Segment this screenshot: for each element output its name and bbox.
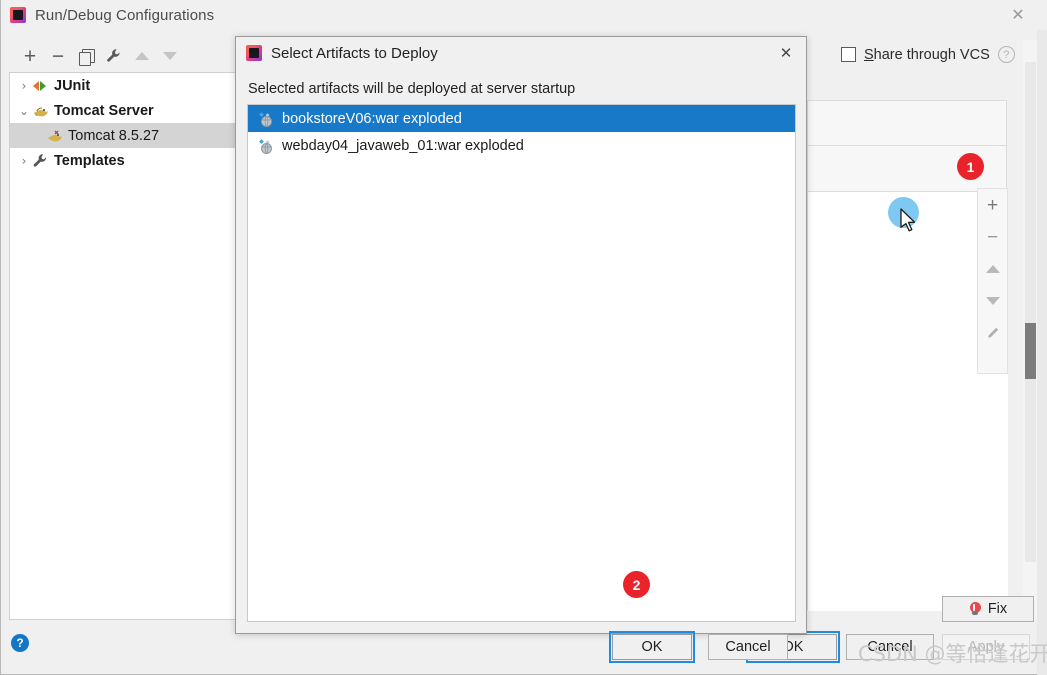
artifacts-list[interactable]: bookstoreV06:war exploded webday04_javaw… [247, 104, 796, 622]
tree-item-tomcat-server[interactable]: ⌄ Tomcat Server [10, 98, 236, 123]
intellij-icon [246, 45, 262, 61]
list-item[interactable]: webday04_javaweb_01:war exploded [248, 132, 795, 159]
dialog-titlebar: Select Artifacts to Deploy [236, 37, 806, 69]
chevron-down-icon[interactable]: ⌄ [16, 104, 32, 118]
share-through-vcs-row: Share through VCS ? [841, 46, 1015, 63]
tree-item-label: Tomcat 8.5.27 [68, 127, 160, 144]
tomcat-icon [32, 103, 49, 119]
artifact-remove-button[interactable]: − [983, 227, 1003, 247]
fix-button-label: Fix [987, 601, 1008, 617]
deployment-mini-toolbar: + − [977, 188, 1008, 374]
tomcat-icon [46, 128, 63, 144]
list-item-label: bookstoreV06:war exploded [282, 110, 462, 127]
tree-item-tomcat-8-5-27[interactable]: Tomcat 8.5.27 [10, 123, 236, 148]
apply-button[interactable]: Apply [942, 634, 1030, 660]
scrollbar-thumb[interactable] [1025, 323, 1036, 379]
dialog-subtitle: Selected artifacts will be deployed at s… [248, 81, 576, 97]
list-item-label: webday04_javaweb_01:war exploded [282, 137, 524, 154]
divider [808, 145, 1006, 146]
copy-configuration-button[interactable] [73, 43, 99, 69]
artifact-icon [256, 111, 275, 127]
chevron-right-icon[interactable]: › [16, 154, 32, 168]
list-item[interactable]: bookstoreV06:war exploded [248, 105, 795, 132]
mouse-cursor [900, 208, 917, 237]
edit-templates-wrench-icon[interactable] [101, 43, 127, 69]
window-titlebar: Run/Debug Configurations [1, 0, 1047, 30]
tree-item-junit[interactable]: › JUnit [10, 73, 236, 98]
remove-configuration-button[interactable]: − [45, 43, 71, 69]
tree-item-label: Tomcat Server [54, 102, 154, 119]
junit-icon [32, 78, 49, 94]
artifact-add-button[interactable]: + [983, 195, 1003, 215]
annotation-badge-2: 2 [623, 571, 650, 598]
dialog-close-icon[interactable]: ✕ [773, 42, 799, 64]
screenshot-root: Run/Debug Configurations ✕ + − › JUnit ⌄ [0, 0, 1047, 675]
help-button[interactable]: ? [11, 634, 29, 652]
artifact-edit-pencil-icon[interactable] [983, 323, 1003, 343]
help-icon[interactable]: ? [997, 46, 1015, 63]
tree-item-label: JUnit [54, 77, 91, 94]
dialog-cancel-button[interactable]: Cancel [708, 634, 788, 660]
window-title: Run/Debug Configurations [35, 6, 215, 24]
share-vcs-rest: hare through VCS [873, 46, 990, 63]
share-through-vcs-checkbox[interactable] [841, 47, 856, 62]
share-through-vcs-label: Share through VCS [864, 47, 990, 63]
select-artifacts-dialog: Select Artifacts to Deploy ✕ Selected ar… [235, 36, 807, 663]
chevron-right-icon[interactable]: › [16, 79, 32, 93]
fix-button[interactable]: Fix [942, 596, 1034, 622]
configurations-toolbar: + − [9, 40, 229, 72]
share-vcs-mnemonic: S [864, 46, 874, 63]
tree-item-label: Templates [54, 152, 125, 169]
red-bulb-icon [969, 602, 982, 616]
details-scrollbar[interactable] [1023, 40, 1037, 620]
artifact-move-down-button[interactable] [983, 291, 1003, 311]
add-configuration-button[interactable]: + [17, 43, 43, 69]
artifact-icon [256, 138, 275, 154]
window-right-edge [1037, 30, 1047, 675]
dialog-title: Select Artifacts to Deploy [271, 44, 438, 62]
close-icon[interactable]: ✕ [998, 3, 1038, 27]
dialog-ok-button[interactable]: OK [609, 631, 695, 663]
wrench-icon [32, 153, 49, 169]
artifact-move-up-button[interactable] [983, 259, 1003, 279]
annotation-badge-1: 1 [957, 153, 984, 180]
configurations-tree[interactable]: › JUnit ⌄ Tomcat Server Tomcat 8.5.27 › … [9, 72, 237, 620]
intellij-icon [10, 7, 26, 23]
cancel-button[interactable]: Cancel [846, 634, 934, 660]
scrollbar-track[interactable] [1025, 62, 1036, 562]
move-up-button[interactable] [129, 43, 155, 69]
move-down-button[interactable] [157, 43, 183, 69]
tree-item-templates[interactable]: › Templates [10, 148, 236, 173]
